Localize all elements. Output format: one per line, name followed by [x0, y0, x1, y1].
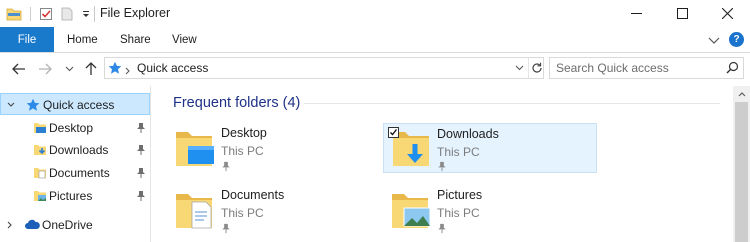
ribbon-tab-bar [0, 27, 750, 53]
pin-icon[interactable] [136, 122, 146, 134]
tab-home[interactable]: Home [67, 27, 98, 52]
pin-icon[interactable] [221, 223, 231, 234]
sidebar-item-label: Desktop [49, 121, 94, 135]
refresh-button[interactable] [528, 58, 545, 78]
tab-view[interactable]: View [172, 27, 197, 52]
sidebar-item-desktop[interactable]: Desktop [0, 117, 150, 139]
documents-folder-icon [33, 166, 47, 180]
pin-icon[interactable] [221, 161, 231, 172]
section-divider [304, 103, 720, 104]
downloads-folder-icon [33, 143, 47, 157]
up-button[interactable] [82, 58, 100, 80]
documents-folder-icon [174, 188, 214, 232]
folder-tile-downloads[interactable]: Downloads This PC [383, 123, 597, 173]
sidebar-item-label: Downloads [49, 143, 109, 157]
arrow-right-icon [39, 63, 52, 75]
folder-tile-pictures[interactable]: Pictures This PC [390, 186, 604, 236]
folder-icon[interactable] [6, 7, 22, 21]
sidebar-item-label: Documents [49, 166, 110, 180]
sidebar-item-quick-access[interactable]: Quick access [0, 93, 150, 115]
close-button[interactable] [704, 0, 750, 27]
expand-chevron-icon[interactable] [7, 94, 15, 116]
section-title[interactable]: Frequent folders (4) [173, 95, 300, 111]
chevron-down-icon [708, 37, 720, 44]
checkmark-icon [390, 129, 398, 136]
breadcrumb[interactable]: Quick access [137, 61, 208, 75]
pin-icon[interactable] [437, 161, 447, 172]
folder-tile-desktop[interactable]: Desktop This PC [174, 124, 388, 174]
cloud-icon [24, 218, 40, 232]
sidebar-item-pictures[interactable]: Pictures [0, 185, 150, 207]
folder-name: Desktop [221, 126, 267, 140]
close-icon [721, 8, 733, 19]
sidebar-item-downloads[interactable]: Downloads [0, 139, 150, 161]
folder-name: Downloads [437, 127, 499, 141]
minimize-button[interactable] [613, 0, 659, 27]
sidebar-item-onedrive[interactable]: OneDrive [0, 214, 150, 236]
arrow-up-icon [85, 62, 97, 75]
address-history-button[interactable] [510, 58, 528, 78]
folder-location: This PC [221, 144, 264, 158]
folder-location: This PC [437, 206, 480, 220]
desktop-folder-icon [174, 126, 214, 170]
arrow-left-icon [12, 63, 25, 75]
pin-icon[interactable] [136, 144, 146, 156]
recent-locations-button[interactable] [62, 58, 76, 80]
sidebar-item-label: OneDrive [42, 218, 93, 232]
folder-tile-documents[interactable]: Documents This PC [174, 186, 388, 236]
quick-access-toolbar [6, 5, 91, 23]
tab-share[interactable]: Share [120, 27, 151, 52]
breadcrumb-chevron-icon [125, 64, 131, 75]
pictures-folder-icon [33, 189, 47, 203]
help-button[interactable]: ? [729, 32, 744, 47]
customize-toolbar-icon[interactable] [81, 7, 91, 21]
folder-location: This PC [437, 145, 480, 159]
desktop-folder-icon [33, 121, 47, 135]
folder-location: This PC [221, 206, 264, 220]
pin-icon[interactable] [437, 223, 447, 234]
refresh-icon [532, 62, 542, 73]
search-placeholder: Search Quick access [556, 61, 669, 75]
back-button[interactable] [10, 58, 28, 80]
title-divider [94, 6, 95, 22]
pin-icon[interactable] [136, 190, 146, 202]
window-title: File Explorer [100, 6, 171, 20]
selection-checkbox[interactable] [388, 127, 399, 138]
sidebar-item-label: Pictures [49, 189, 93, 203]
sidebar-item-label: Quick access [43, 98, 115, 112]
collapse-chevron-icon[interactable] [6, 214, 14, 236]
pictures-folder-icon [390, 188, 431, 232]
pin-icon[interactable] [136, 167, 146, 179]
folder-name: Documents [221, 188, 285, 202]
expand-ribbon-button[interactable] [708, 34, 720, 44]
toolbar-divider [30, 7, 31, 21]
scrollbar-thumb[interactable] [735, 102, 748, 242]
chevron-down-icon [515, 65, 523, 71]
forward-button[interactable] [36, 58, 54, 80]
search-icon[interactable] [726, 61, 739, 74]
tab-file[interactable]: File [0, 27, 54, 52]
chevron-down-icon [65, 66, 73, 72]
folder-name: Pictures [437, 188, 483, 202]
maximize-icon [676, 8, 688, 19]
properties-icon[interactable] [39, 7, 53, 21]
minimize-icon [630, 13, 642, 14]
maximize-button[interactable] [659, 0, 705, 27]
star-icon [26, 98, 40, 112]
star-icon [108, 61, 122, 75]
new-folder-icon[interactable] [61, 7, 73, 21]
sidebar-item-documents[interactable]: Documents [0, 162, 150, 184]
scroll-up-button[interactable] [733, 86, 750, 102]
chevron-up-icon [738, 92, 745, 97]
